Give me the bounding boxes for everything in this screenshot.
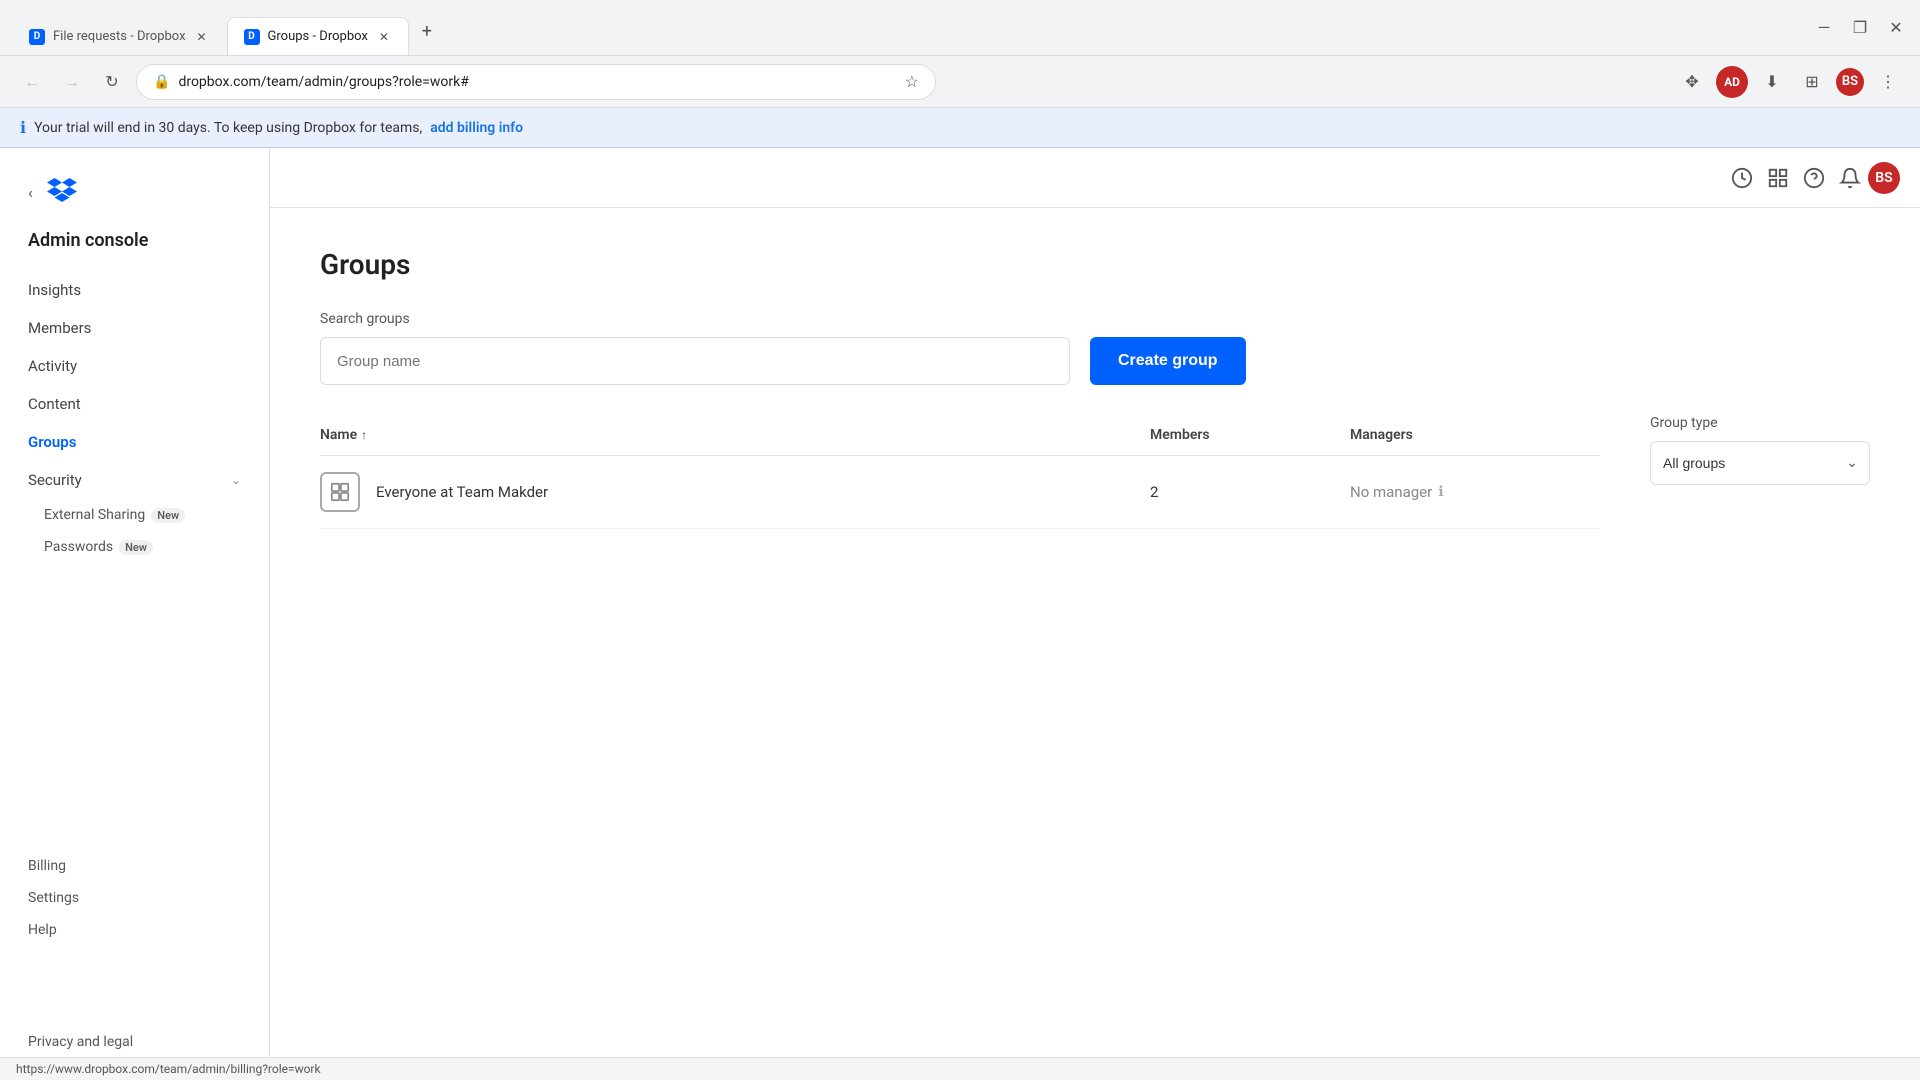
user-avatar[interactable]: BS: [1868, 162, 1900, 194]
new-tab-button[interactable]: +: [413, 18, 441, 46]
url-text: dropbox.com/team/admin/groups?role=work#: [178, 74, 896, 90]
adblock-icon[interactable]: AD: [1716, 66, 1748, 98]
admin-console-title: Admin console: [0, 230, 269, 271]
extensions-icon[interactable]: ✥: [1676, 66, 1708, 98]
reload-button[interactable]: ↻: [96, 66, 128, 98]
sidebar-item-groups[interactable]: Groups: [0, 423, 269, 461]
top-bar: BS: [270, 148, 1920, 208]
minimize-button[interactable]: —: [1812, 16, 1836, 40]
sidebar-item-members[interactable]: Members: [0, 309, 269, 347]
group-type-select[interactable]: All groups Company-managed User-managed: [1650, 441, 1870, 485]
sidebar-nav: Insights Members Activity Content Groups…: [0, 271, 269, 830]
external-sharing-label: External Sharing: [44, 507, 145, 523]
status-url: https://www.dropbox.com/team/admin/billi…: [16, 1062, 321, 1076]
tab-favicon-1: D: [29, 29, 45, 45]
browser-chrome: D File requests - Dropbox ✕ D Groups - D…: [0, 0, 1920, 56]
dropbox-logo-icon: [47, 178, 77, 206]
search-row: Create group: [320, 337, 1870, 385]
activity-label: Activity: [28, 357, 77, 375]
sidebar-item-insights[interactable]: Insights: [0, 271, 269, 309]
passwords-label: Passwords: [44, 539, 113, 555]
group-type-section: Group type All groups Company-managed Us…: [1650, 415, 1870, 485]
more-menu-icon[interactable]: ⋮: [1872, 66, 1904, 98]
add-billing-link[interactable]: add billing info: [430, 120, 523, 136]
content-area: BS Groups Search groups Create group Nam…: [270, 148, 1920, 1078]
close-button[interactable]: ✕: [1884, 16, 1908, 40]
sidebar-item-settings[interactable]: Settings: [28, 882, 241, 914]
sidebar-bottom: Billing Settings Help Privacy and legal: [0, 830, 269, 1058]
tab-label-1: File requests - Dropbox: [53, 29, 186, 44]
no-manager-info-icon[interactable]: ℹ: [1438, 484, 1443, 500]
browser-tabs: D File requests - Dropbox ✕ D Groups - D…: [12, 0, 441, 55]
sidebar-privacy-legal[interactable]: Privacy and legal: [28, 1026, 241, 1058]
group-members-count: 2: [1150, 483, 1350, 501]
sidebar-item-billing[interactable]: Billing: [28, 850, 241, 882]
toolbar-icons: ✥ AD ⬇ ⊞ BS ⋮: [1676, 66, 1904, 98]
status-bar: https://www.dropbox.com/team/admin/billi…: [0, 1057, 1920, 1080]
sidebar-item-security[interactable]: Security ⌄: [0, 461, 269, 499]
table-header: Name ↑ Members Managers: [320, 415, 1600, 456]
sort-arrow-icon: ↑: [361, 428, 367, 442]
passwords-badge: New: [119, 540, 153, 555]
sidebar-item-content[interactable]: Content: [0, 385, 269, 423]
security-label: Security: [28, 471, 82, 489]
security-submenu: External Sharing New Passwords New: [0, 499, 269, 563]
groups-table: Name ↑ Members Managers: [320, 415, 1600, 529]
address-bar-row: ← → ↻ 🔒 dropbox.com/team/admin/groups?ro…: [0, 56, 1920, 108]
search-label: Search groups: [320, 311, 1870, 327]
tab-favicon-2: D: [244, 29, 260, 45]
security-chevron-icon: ⌄: [231, 473, 241, 487]
back-arrow-icon[interactable]: ‹: [28, 183, 33, 202]
info-icon: ℹ: [20, 118, 26, 137]
address-bar[interactable]: 🔒 dropbox.com/team/admin/groups?role=wor…: [136, 64, 936, 100]
lock-icon: 🔒: [153, 74, 170, 90]
external-sharing-badge: New: [151, 508, 185, 523]
sidebar-item-help[interactable]: Help: [28, 914, 241, 946]
sidebar-logo[interactable]: ‹: [0, 168, 269, 230]
bell-icon[interactable]: [1832, 160, 1868, 196]
table-row[interactable]: Everyone at Team Makder 2 No manager ℹ: [320, 456, 1600, 529]
group-type-label: Group type: [1650, 415, 1870, 431]
group-name: Everyone at Team Makder: [376, 483, 1150, 501]
bookmark-icon[interactable]: ☆: [905, 72, 919, 91]
window-controls: — ❐ ✕: [1812, 16, 1908, 40]
col-header-managers: Managers: [1350, 427, 1600, 443]
tab-file-requests[interactable]: D File requests - Dropbox ✕: [12, 17, 227, 55]
trial-banner-text: Your trial will end in 30 days. To keep …: [34, 120, 422, 136]
trial-banner: ℹ Your trial will end in 30 days. To kee…: [0, 108, 1920, 148]
tab-close-1[interactable]: ✕: [194, 29, 210, 45]
content-label: Content: [28, 395, 81, 413]
table-and-filter: Name ↑ Members Managers: [320, 415, 1870, 529]
tab-close-2[interactable]: ✕: [376, 29, 392, 45]
page-title: Groups: [320, 248, 1870, 281]
forward-button[interactable]: →: [56, 66, 88, 98]
group-icon: [320, 472, 360, 512]
insights-label: Insights: [28, 281, 81, 299]
sidebar: ‹ Admin console Insights Members Activit…: [0, 148, 270, 1078]
group-type-dropdown[interactable]: All groups Company-managed User-managed …: [1650, 441, 1870, 485]
main-content: Groups Search groups Create group Name ↑…: [270, 208, 1920, 1078]
sidebar-item-external-sharing[interactable]: External Sharing New: [44, 499, 269, 531]
clock-icon[interactable]: [1724, 160, 1760, 196]
group-search-input[interactable]: [320, 337, 1070, 385]
help-circle-icon[interactable]: [1796, 160, 1832, 196]
main-layout: ‹ Admin console Insights Members Activit…: [0, 148, 1920, 1078]
back-button[interactable]: ←: [16, 66, 48, 98]
create-group-button[interactable]: Create group: [1090, 337, 1246, 385]
col-header-name[interactable]: Name ↑: [320, 427, 1150, 443]
sidebar-item-activity[interactable]: Activity: [0, 347, 269, 385]
tab-groups[interactable]: D Groups - Dropbox ✕: [227, 17, 409, 55]
download-icon[interactable]: ⬇: [1756, 66, 1788, 98]
members-label: Members: [28, 319, 91, 337]
col-header-members: Members: [1150, 427, 1350, 443]
profile-avatar[interactable]: BS: [1836, 68, 1864, 96]
grid-icon[interactable]: [1760, 160, 1796, 196]
group-managers: No manager ℹ: [1350, 483, 1600, 501]
groups-label: Groups: [28, 433, 76, 451]
sidebar-item-passwords[interactable]: Passwords New: [44, 531, 269, 563]
maximize-button[interactable]: ❐: [1848, 16, 1872, 40]
grid-apps-icon[interactable]: ⊞: [1796, 66, 1828, 98]
tab-label-2: Groups - Dropbox: [268, 29, 368, 44]
